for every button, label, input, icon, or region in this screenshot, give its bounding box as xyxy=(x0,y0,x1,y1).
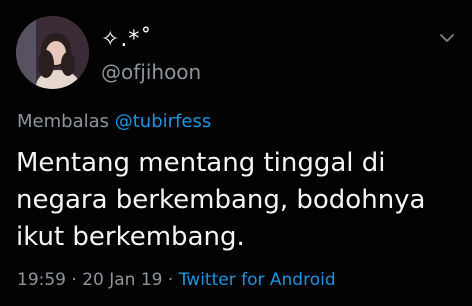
reply-context: Membalas @tubirfess xyxy=(17,111,211,132)
chevron-down-icon[interactable] xyxy=(438,31,456,45)
tweet-text: Mentang mentang tinggal di negara berkem… xyxy=(16,148,426,252)
display-name[interactable]: ✧.*˚ xyxy=(101,27,152,52)
meta-separator: · xyxy=(162,270,179,290)
reply-prefix: Membalas xyxy=(17,111,110,132)
user-handle[interactable]: @ofjihoon xyxy=(101,60,201,84)
tweet-source-link[interactable]: Twitter for Android xyxy=(179,270,336,290)
tweet-meta: 19:59 · 20 Jan 19 · Twitter for Android xyxy=(17,270,336,290)
tweet-time[interactable]: 19:59 xyxy=(17,270,66,290)
reply-to-handle-link[interactable]: @tubirfess xyxy=(115,111,211,132)
avatar[interactable] xyxy=(16,16,89,89)
meta-separator: · xyxy=(66,270,83,290)
tweet-date[interactable]: 20 Jan 19 xyxy=(82,270,162,290)
tweet: ✧.*˚ @ofjihoon Membalas @tubirfess Menta… xyxy=(0,0,472,306)
